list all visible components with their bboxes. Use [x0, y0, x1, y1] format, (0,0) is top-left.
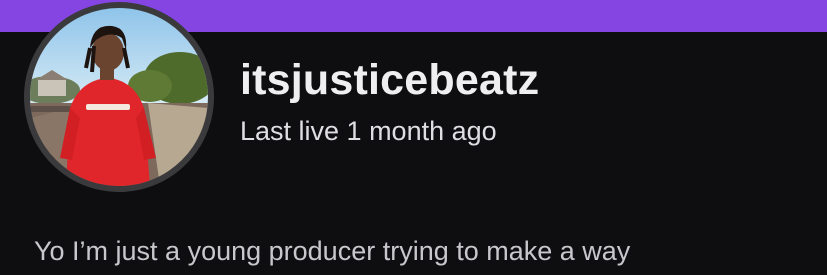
channel-bio: Yo I’m just a young producer trying to m…: [34, 236, 631, 266]
channel-username[interactable]: itsjusticebeatz: [240, 52, 539, 108]
avatar-image: [30, 8, 208, 186]
avatar[interactable]: [24, 2, 214, 192]
last-live-status: Last live 1 month ago: [240, 116, 497, 146]
